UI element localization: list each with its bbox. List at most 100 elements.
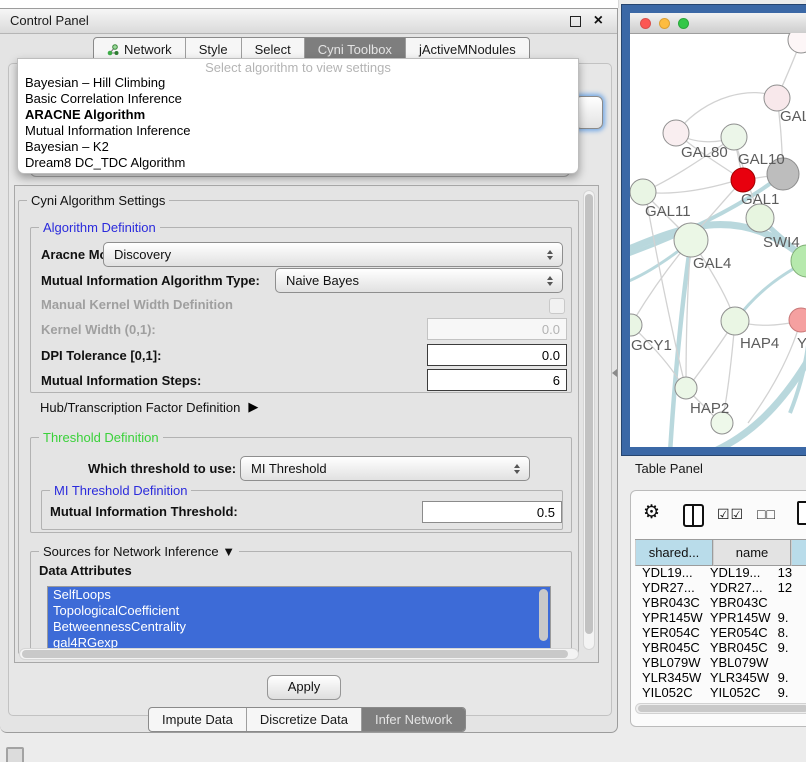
network-node-label-hap2: HAP2 [690,400,729,417]
deselect-all-checkboxes-icon[interactable]: □□ [757,506,776,522]
group-title: MI Threshold Definition [50,483,191,498]
dropdown-item-basic-correlation-inference[interactable]: Basic Correlation Inference [18,91,578,107]
panel-divider-collapse-icon[interactable] [612,369,617,377]
split-columns-icon[interactable] [683,504,704,527]
settings-horizontal-scrollbar[interactable] [19,648,579,660]
aracne-mode-combo[interactable]: Discovery [103,242,563,267]
mi-steps-label: Mutual Information Steps: [41,368,201,393]
tab-impute-data[interactable]: Impute Data [149,708,246,731]
collapsed-panel-grip-icon[interactable] [6,747,24,762]
table-row[interactable]: YIL052CYIL052C9. [635,685,806,700]
panel-title: Control Panel [10,9,89,33]
tab-discretize-data[interactable]: Discretize Data [246,708,361,731]
mi-type-combo[interactable]: Naive Bayes [275,268,563,293]
combo-value: Discovery [104,247,543,262]
table-cell: YPR145W [703,610,771,625]
network-node[interactable] [788,33,806,53]
group-title: Algorithm Definition [39,220,160,235]
network-icon [107,44,119,56]
table-panel: ⚙ ☑☑ □□ shared...name YDL19...YDL19...13… [630,490,806,727]
column-header-name[interactable]: name [713,540,791,566]
attribute-item-topologicalcoefficient[interactable]: TopologicalCoefficient [48,603,550,619]
table-row[interactable]: YDL19...YDL19...13 [635,565,806,580]
attribute-item-selfloops[interactable]: SelfLoops [48,587,550,603]
zoom-traffic-light-icon[interactable] [678,18,689,29]
table-row[interactable]: YBL079WYBL079W [635,655,806,670]
dropdown-item-bayesian-hill-climbing[interactable]: Bayesian – Hill Climbing [18,75,578,91]
inference-algorithm-combo-edge[interactable] [575,96,603,129]
dropdown-item-aracne-algorithm[interactable]: ARACNE Algorithm [18,107,578,123]
data-attributes-list[interactable]: SelfLoopsTopologicalCoefficientBetweenne… [47,586,551,652]
threshold-definition-group: Threshold Definition Which threshold to … [30,437,572,533]
select-all-checkboxes-icon[interactable]: ☑☑ [717,506,744,523]
settings-scroll-area: Cyni Algorithm Settings Algorithm Defini… [14,185,599,663]
dropdown-item-dream8-dc-tdc-algorithm[interactable]: Dream8 DC_TDC Algorithm [18,155,578,171]
table-cell: YDL19... [635,565,703,580]
table-horizontal-scrollbar[interactable] [635,703,806,714]
network-node[interactable] [630,314,642,336]
table-cell [771,595,806,610]
manual-kernel-label: Manual Kernel Width Definition [41,292,233,317]
new-table-icon[interactable] [797,501,806,525]
collapse-arrow-icon[interactable]: ▼ [222,544,235,559]
network-node[interactable] [675,377,697,399]
column-header-2[interactable] [791,540,806,566]
hub-factor-expander[interactable]: Hub/Transcription Factor Definition ▶ [40,399,258,415]
close-traffic-light-icon[interactable] [640,18,651,29]
combo-value: Naive Bayes [276,273,543,288]
network-node-label-gcy1: GCY1 [631,337,672,354]
table-row[interactable]: YDR27...YDR27...12 [635,580,806,595]
table-row[interactable]: YER054CYER054C8. [635,625,806,640]
table-cell: YBR043C [703,595,771,610]
float-window-icon[interactable] [570,16,581,27]
which-threshold-label: Which threshold to use: [88,456,236,481]
table-row[interactable]: YBR045CYBR045C9. [635,640,806,655]
dropdown-item-bayesian-k2[interactable]: Bayesian – K2 [18,139,578,155]
dpi-tolerance-input[interactable] [427,344,567,366]
network-node-label-gal: GAL [780,108,806,125]
attribute-item-betweennesscentrality[interactable]: BetweennessCentrality [48,619,550,635]
table-row[interactable]: YPR145WYPR145W9. [635,610,806,625]
network-node[interactable] [674,223,708,257]
table-cell: YDR27... [635,580,703,595]
column-header-shared-[interactable]: shared... [635,540,713,566]
group-title: Cyni Algorithm Settings [27,193,169,208]
table-cell [771,655,806,670]
network-node[interactable] [746,204,774,232]
minimize-traffic-light-icon[interactable] [659,18,670,29]
network-node[interactable] [721,307,749,335]
network-node[interactable] [789,308,806,332]
network-view-window[interactable]: GALGAL80GAL10GAL1GAL11SWI4GAL4GCY1HAP4YH… [622,5,806,455]
manual-kernel-checkbox[interactable] [549,298,565,314]
table-cell: YLR345W [703,670,771,685]
control-panel-titlebar: Control Panel × [0,9,617,34]
mi-threshold-input[interactable] [422,501,562,523]
gear-icon[interactable]: ⚙ [643,501,660,524]
expander-arrow-icon: ▶ [248,399,258,415]
network-window-titlebar [630,13,806,34]
table-row[interactable]: YBR043CYBR043C [635,595,806,610]
which-threshold-combo[interactable]: MI Threshold [240,456,530,481]
apply-button[interactable]: Apply [267,675,341,700]
dropdown-item-mutual-information-inference[interactable]: Mutual Information Inference [18,123,578,139]
list-vertical-scrollbar[interactable] [539,589,548,641]
kernel-width-label: Kernel Width (0,1): [41,317,156,342]
table-cell: 9. [771,685,806,700]
mi-steps-input[interactable] [427,369,567,391]
network-node[interactable] [630,179,656,205]
network-node[interactable] [663,120,689,146]
top-strip [0,0,619,8]
group-title: Sources for Network Inference ▼ [39,544,239,559]
settings-vertical-scrollbar[interactable] [583,190,595,650]
stepper-icon [543,247,557,263]
stepper-icon [510,461,524,477]
network-canvas[interactable]: GALGAL80GAL10GAL1GAL11SWI4GAL4GCY1HAP4YH… [630,33,806,447]
table-cell: YBR045C [635,640,703,655]
table-row[interactable]: YLR345WYLR345W9. [635,670,806,685]
tab-infer-network[interactable]: Infer Network [361,708,465,731]
table-cell: 9. [771,610,806,625]
network-node[interactable] [731,168,755,192]
kernel-width-input[interactable] [427,318,567,340]
close-icon[interactable]: × [594,9,603,33]
table-cell: 13 [771,565,806,580]
